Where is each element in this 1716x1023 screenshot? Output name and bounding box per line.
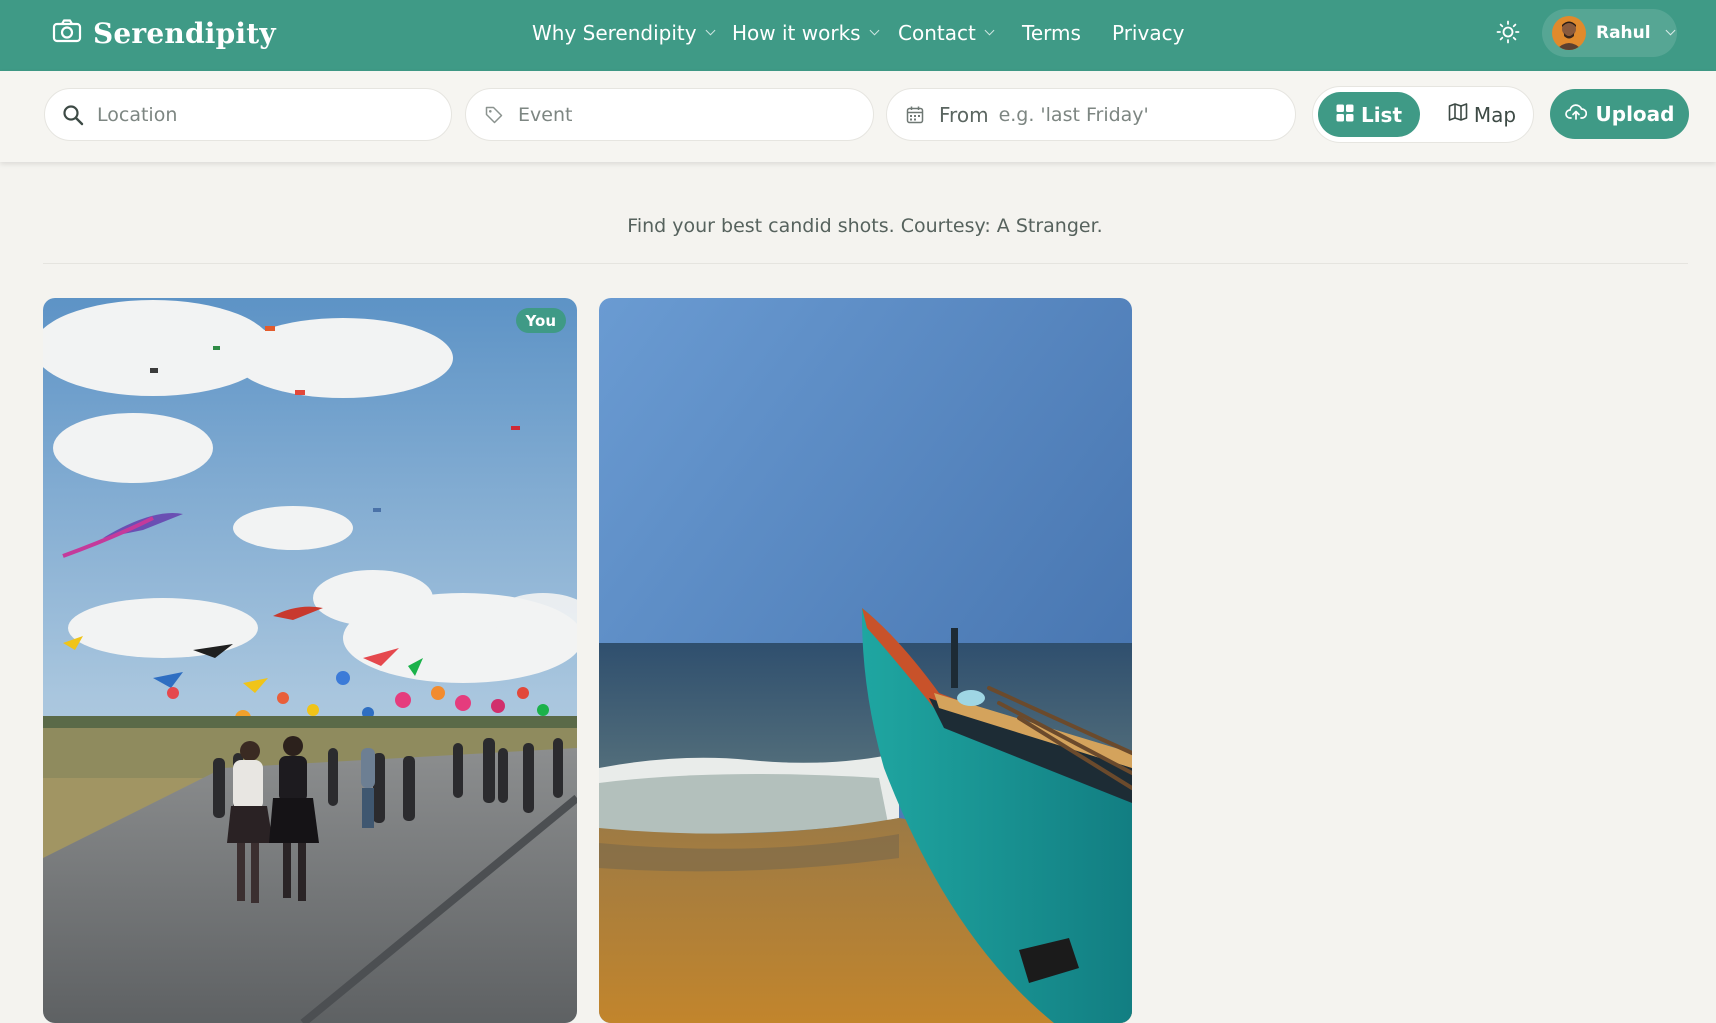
upload-button[interactable]: Upload — [1550, 89, 1689, 139]
owner-badge: You — [515, 308, 566, 333]
photo-kite-festival — [43, 298, 577, 1023]
top-navigation-bar: Serendipity Why Serendipity How it works… — [0, 0, 1716, 71]
date-input[interactable] — [998, 103, 1279, 126]
chevron-down-icon — [869, 25, 880, 35]
nav-label: How it works — [732, 20, 861, 45]
sun-icon[interactable] — [1496, 20, 1520, 44]
nav-item-why-serendipity[interactable]: Why Serendipity — [532, 0, 716, 65]
nav-item-how-it-works[interactable]: How it works — [732, 0, 880, 65]
map-view-label: Map — [1473, 102, 1517, 127]
cloud-upload-icon — [1564, 102, 1587, 126]
upload-label: Upload — [1595, 102, 1675, 126]
nav-label: Privacy — [1112, 20, 1185, 45]
brand-logo[interactable]: Serendipity — [52, 14, 276, 52]
photo-card[interactable] — [599, 298, 1132, 1023]
chevron-down-icon — [984, 25, 995, 35]
nav-item-terms[interactable]: Terms — [1022, 0, 1081, 65]
brand-name: Serendipity — [93, 16, 276, 50]
divider — [43, 263, 1688, 264]
search-icon — [61, 103, 85, 127]
chevron-down-icon — [705, 25, 716, 35]
photo-boat-on-beach — [599, 298, 1132, 1023]
list-view-button[interactable]: List — [1318, 92, 1420, 137]
nav-label: Why Serendipity — [532, 20, 697, 45]
map-view-button[interactable]: Map — [1439, 92, 1525, 137]
date-prefix-label: From — [939, 102, 989, 127]
map-icon — [1448, 102, 1468, 127]
avatar — [1552, 16, 1586, 50]
event-field[interactable] — [465, 88, 874, 141]
photo-card[interactable]: You — [43, 298, 577, 1023]
grid-icon — [1336, 103, 1354, 127]
camera-icon — [52, 18, 82, 48]
list-view-label: List — [1360, 102, 1403, 127]
date-field[interactable]: From — [886, 88, 1296, 141]
search-filter-bar: From List Map — [0, 71, 1716, 162]
location-input[interactable] — [97, 103, 397, 126]
tag-icon — [482, 103, 506, 127]
user-name: Rahul — [1596, 23, 1651, 43]
location-field[interactable] — [44, 88, 452, 141]
nav-item-privacy[interactable]: Privacy — [1112, 0, 1184, 65]
nav-label: Contact — [898, 20, 976, 45]
view-toggle: List Map — [1312, 86, 1534, 143]
tagline: Find your best candid shots. Courtesy: A… — [627, 215, 1103, 237]
nav-item-contact[interactable]: Contact — [898, 0, 995, 65]
chevron-down-icon — [1665, 25, 1676, 36]
nav-label: Terms — [1022, 20, 1081, 45]
user-menu-button[interactable]: Rahul — [1542, 9, 1677, 57]
event-input[interactable] — [518, 103, 818, 126]
calendar-icon — [903, 103, 927, 127]
